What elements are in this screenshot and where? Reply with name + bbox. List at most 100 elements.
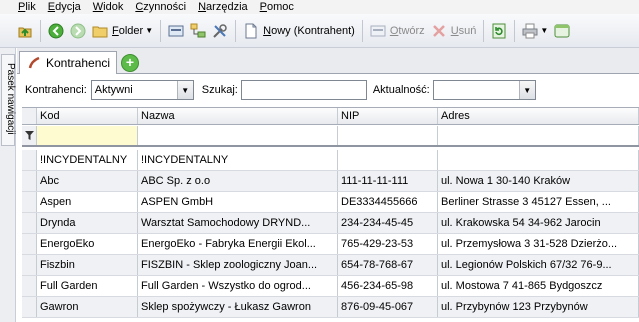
cell-nazwa: FISZBIN - Sklep zoologiczny Joan...: [138, 255, 338, 275]
filter-cell-nazwa[interactable]: [138, 126, 338, 145]
cell-kod: !INCYDENTALNY: [37, 150, 138, 170]
cell-nazwa: Sklep spożywczy - Łukasz Gawron: [138, 297, 338, 317]
cell-kod: Full Garden: [37, 276, 138, 296]
row-indicator: [22, 255, 37, 275]
cell-adres: Berliner Strasse 3 45127 Essen, ...: [438, 192, 639, 212]
open-button[interactable]: Otwórz: [367, 18, 428, 44]
column-header-nazwa[interactable]: Nazwa: [138, 108, 338, 124]
cell-adres: ul. Krakowska 54 34-962 Jarocin: [438, 213, 639, 233]
chevron-down-icon: ▼: [176, 81, 193, 99]
cell-nazwa: !INCYDENTALNY: [138, 150, 338, 170]
table-row[interactable]: Drynda Warsztat Samochodowy DRYND... 234…: [22, 213, 639, 234]
filter-cell-adres[interactable]: [438, 126, 639, 145]
cell-adres: ul. Legionów Polskich 67/32 76-9...: [438, 255, 639, 275]
delete-button[interactable]: Usuń: [428, 18, 480, 44]
tab-strip: Kontrahenci +: [17, 48, 639, 74]
add-tab-button[interactable]: +: [121, 54, 139, 72]
cell-kod: Aspen: [37, 192, 138, 212]
row-indicator: [22, 234, 37, 254]
cell-nip: DE3334455666: [338, 192, 438, 212]
toolbar-separator: [483, 19, 485, 42]
refresh-button[interactable]: [488, 18, 510, 44]
card-button[interactable]: [165, 18, 187, 44]
back-button[interactable]: [45, 18, 67, 44]
search-input[interactable]: [240, 80, 367, 100]
tab-label: Kontrahenci: [46, 56, 111, 70]
table-row[interactable]: Fiszbin FISZBIN - Sklep zoologiczny Joan…: [22, 255, 639, 276]
forward-button[interactable]: [67, 18, 89, 44]
row-indicator: [22, 213, 37, 233]
row-indicator: [22, 150, 37, 170]
table-row[interactable]: EnergoEko EnergoEko - Fabryka Energii Ek…: [22, 234, 639, 255]
new-contractor-label: Nowy (Kontrahent): [263, 24, 355, 37]
print-button[interactable]: ▼: [519, 18, 551, 44]
toolbar-separator: [160, 19, 162, 42]
kontrahenci-filter-label: Kontrahenci:: [25, 84, 87, 96]
toolbar-separator: [40, 19, 41, 42]
contractors-grid: Kod Nazwa NIP Adres !INCYDENTALNY !INCYD…: [22, 107, 639, 322]
tab-icon: [26, 55, 42, 71]
column-header-nip[interactable]: NIP: [338, 108, 438, 124]
cell-kod: EnergoEko: [37, 234, 138, 254]
menu-pomoc[interactable]: Pomoc: [254, 1, 300, 13]
table-row[interactable]: Full Garden Full Garden - Wszystko do og…: [22, 276, 639, 297]
filter-cell-kod[interactable]: [37, 126, 138, 145]
cell-nazwa: Warsztat Samochodowy DRYND...: [138, 213, 338, 233]
menu-bar: Plik Edycja Widok Czynności Narzędzia Po…: [0, 0, 639, 14]
window-button[interactable]: [551, 18, 573, 44]
cell-adres: ul. Mostowa 7 41-865 Bydgoszcz: [438, 276, 639, 296]
chevron-down-icon: ▼: [518, 81, 535, 99]
table-row[interactable]: !INCYDENTALNY !INCYDENTALNY: [22, 150, 639, 171]
column-header-adres[interactable]: Adres: [438, 108, 639, 124]
cell-adres: ul. Przybynów 123 Przybynów: [438, 297, 639, 317]
tree-icon: [190, 23, 206, 39]
menu-widok[interactable]: Widok: [87, 1, 130, 13]
cell-nazwa: EnergoEko - Fabryka Energii Ekol...: [138, 234, 338, 254]
kontrahenci-select[interactable]: Aktywni ▼: [90, 80, 194, 100]
cell-nip: [338, 150, 438, 170]
menu-edycja[interactable]: Edycja: [42, 1, 87, 13]
tab-kontrahenci[interactable]: Kontrahenci: [19, 51, 117, 74]
cell-nazwa: ASPEN GmbH: [138, 192, 338, 212]
toolbar: Folder ▼ Nowy (Kontrahent) Otwórz Usuń ▼: [0, 14, 639, 48]
chevron-down-icon: ▼: [540, 26, 549, 35]
open-icon: [370, 23, 386, 39]
cell-adres: [438, 150, 639, 170]
chevron-down-icon: ▼: [145, 26, 154, 35]
table-row[interactable]: Gawron Sklep spożywczy - Łukasz Gawron 8…: [22, 297, 639, 318]
folder-button[interactable]: Folder ▼: [89, 18, 156, 44]
cell-nip: 111-11-11-111: [338, 171, 438, 191]
navigation-pane-tab[interactable]: Pasek nawigacji: [1, 54, 16, 146]
filter-cell-nip[interactable]: [338, 126, 438, 145]
table-row[interactable]: Aspen ASPEN GmbH DE3334455666 Berliner S…: [22, 192, 639, 213]
menu-czynnosci[interactable]: Czynności: [129, 1, 192, 13]
cell-adres: ul. Przemysłowa 3 31-528 Dzierżo...: [438, 234, 639, 254]
column-header-kod[interactable]: Kod: [37, 108, 138, 124]
toolbar-separator: [361, 19, 363, 42]
window-icon: [554, 23, 570, 39]
card-icon: [168, 23, 184, 39]
row-indicator: [22, 192, 37, 212]
tools-icon: [212, 23, 228, 39]
new-contractor-button[interactable]: Nowy (Kontrahent): [240, 18, 358, 44]
cell-kod: Gawron: [37, 297, 138, 317]
filter-funnel-icon: [24, 131, 34, 140]
row-indicator: [22, 171, 37, 191]
forward-arrow-icon: [70, 23, 86, 39]
tools-button[interactable]: [209, 18, 231, 44]
printer-icon: [522, 23, 538, 39]
cell-nip: 456-234-65-98: [338, 276, 438, 296]
row-indicator: [22, 297, 37, 317]
menu-plik[interactable]: Plik: [0, 1, 42, 13]
filter-bar: Kontrahenci: Aktywni ▼ Szukaj: Aktualnoś…: [17, 74, 639, 106]
tree-button[interactable]: [187, 18, 209, 44]
row-indicator: [22, 276, 37, 296]
menu-narzedzia[interactable]: Narzędzia: [192, 1, 254, 13]
grid-filter-row: [22, 126, 639, 147]
up-level-button[interactable]: [14, 18, 36, 44]
toolbar-separator: [235, 19, 237, 42]
table-row[interactable]: Abc ABC Sp. z o.o 111-11-11-111 ul. Nowa…: [22, 171, 639, 192]
cell-nip: 765-429-23-53: [338, 234, 438, 254]
cell-nip: 876-09-45-067: [338, 297, 438, 317]
aktualnosc-select[interactable]: ▼: [432, 80, 536, 100]
